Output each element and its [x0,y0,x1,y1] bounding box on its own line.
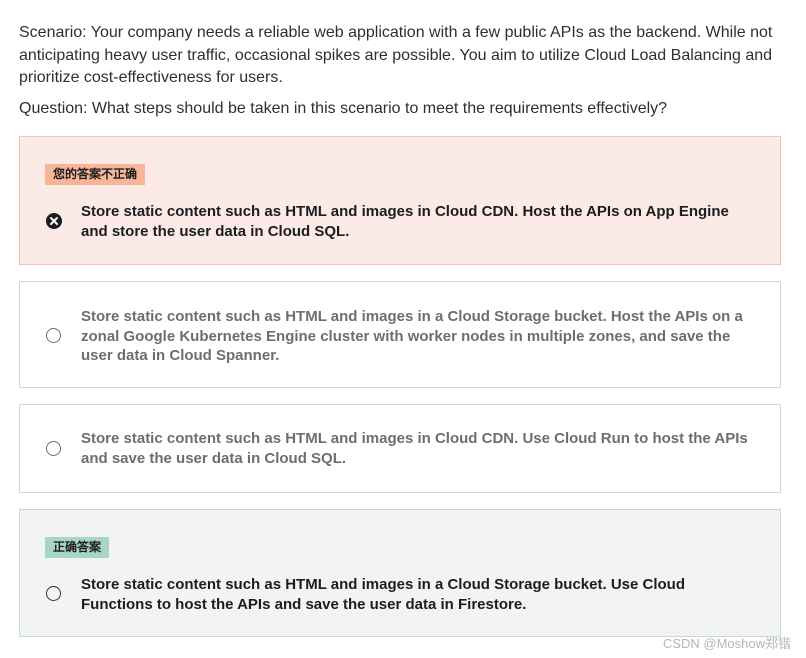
incorrect-x-icon [46,213,62,229]
answer-option-text: Store static content such as HTML and im… [81,203,729,240]
quiz-review-page: Scenario: Your company needs a reliable … [0,0,806,658]
incorrect-answer-badge: 您的答案不正确 [45,164,146,185]
radio-icon[interactable] [46,328,61,343]
radio-icon[interactable] [46,586,61,601]
answer-option-2[interactable]: Store static content such as HTML and im… [19,281,781,388]
radio-icon[interactable] [46,441,61,456]
answer-option-1[interactable]: 您的答案不正确 Store static content such as HTM… [19,136,781,265]
answer-option-text: Store static content such as HTML and im… [81,576,685,613]
correct-answer-badge: 正确答案 [45,537,110,558]
answer-option-text: Store static content such as HTML and im… [81,430,748,467]
answer-option-3[interactable]: Store static content such as HTML and im… [19,404,781,493]
watermark: CSDN @Moshow郑锴 [662,636,791,651]
scenario-text: Scenario: Your company needs a reliable … [19,24,773,86]
answer-option-text: Store static content such as HTML and im… [81,308,743,364]
question-text: Question: What steps should be taken in … [19,100,668,117]
answer-option-4[interactable]: 正确答案 Store static content such as HTML a… [19,509,781,637]
